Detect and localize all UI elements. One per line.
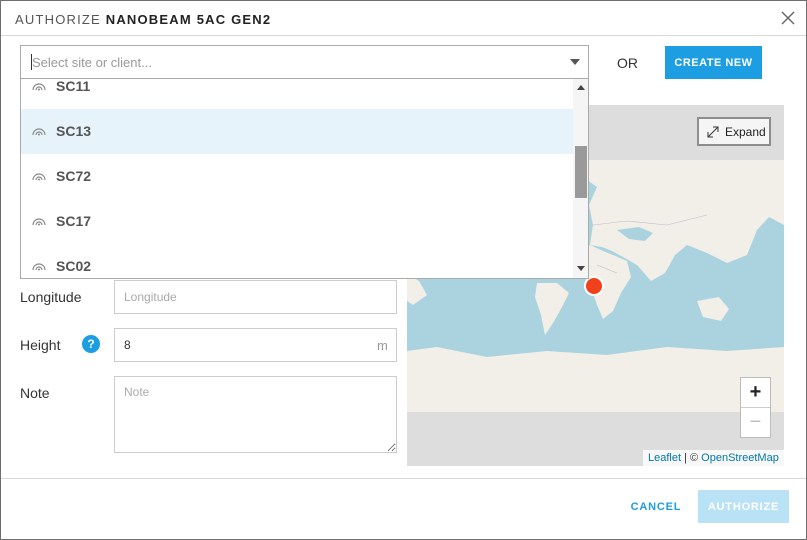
- site-icon: [32, 263, 46, 271]
- option-label: SC17: [56, 213, 92, 229]
- chevron-down-icon[interactable]: [570, 59, 580, 65]
- longitude-input[interactable]: [114, 280, 397, 314]
- longitude-label: Longitude: [20, 289, 82, 305]
- dropdown-option-selected[interactable]: SC13: [21, 109, 573, 154]
- dropdown-option[interactable]: SC72: [21, 154, 573, 199]
- height-input[interactable]: [114, 328, 397, 362]
- authorize-dialog: AUTHORIZE NANOBEAM 5AC GEN2 Select site …: [0, 0, 807, 540]
- close-icon[interactable]: [779, 9, 797, 27]
- note-textarea[interactable]: [114, 376, 397, 453]
- site-select-placeholder: Select site or client...: [32, 55, 152, 70]
- dialog-title: AUTHORIZE NANOBEAM 5AC GEN2: [15, 12, 272, 27]
- authorize-button[interactable]: AUTHORIZE: [698, 490, 789, 523]
- dropdown-scrollbar[interactable]: [573, 79, 588, 278]
- note-label: Note: [20, 385, 50, 401]
- dropdown-option[interactable]: SC17: [21, 199, 573, 244]
- help-icon[interactable]: ?: [82, 335, 100, 353]
- footer-divider: [1, 478, 806, 479]
- create-new-button[interactable]: CREATE NEW: [665, 46, 762, 79]
- openstreetmap-link[interactable]: OpenStreetMap: [701, 452, 779, 464]
- option-label: SC13: [56, 123, 92, 139]
- scrollbar-thumb[interactable]: [575, 146, 587, 198]
- option-label: SC02: [56, 258, 92, 274]
- expand-button[interactable]: Expand: [697, 117, 771, 146]
- height-unit: m: [377, 338, 388, 353]
- height-label: Height: [20, 337, 61, 353]
- cancel-button[interactable]: CANCEL: [623, 493, 689, 521]
- expand-icon: [707, 126, 719, 138]
- site-select[interactable]: Select site or client...: [20, 45, 589, 79]
- dropdown-option[interactable]: SC02: [21, 244, 573, 278]
- leaflet-link[interactable]: Leaflet: [648, 452, 681, 464]
- zoom-in-button[interactable]: +: [741, 378, 770, 408]
- zoom-control: + −: [740, 377, 771, 438]
- attribution-separator: | ©: [681, 452, 702, 464]
- zoom-out-button[interactable]: −: [741, 408, 770, 437]
- option-label: SC72: [56, 168, 92, 184]
- location-marker[interactable]: [584, 276, 604, 296]
- expand-label: Expand: [725, 125, 766, 139]
- map-attribution: Leaflet | © OpenStreetMap: [643, 450, 784, 466]
- site-dropdown: SC11 SC13 SC72 SC17 SC02: [20, 79, 589, 279]
- site-icon: [32, 173, 46, 181]
- header-divider: [1, 35, 806, 36]
- option-label: SC11: [56, 79, 91, 94]
- site-icon: [32, 218, 46, 226]
- site-icon: [32, 83, 46, 91]
- dropdown-option[interactable]: SC11: [21, 79, 573, 109]
- scroll-down-icon[interactable]: [577, 266, 585, 271]
- scroll-up-icon[interactable]: [577, 85, 585, 90]
- site-icon: [32, 128, 46, 136]
- or-label: OR: [617, 55, 638, 71]
